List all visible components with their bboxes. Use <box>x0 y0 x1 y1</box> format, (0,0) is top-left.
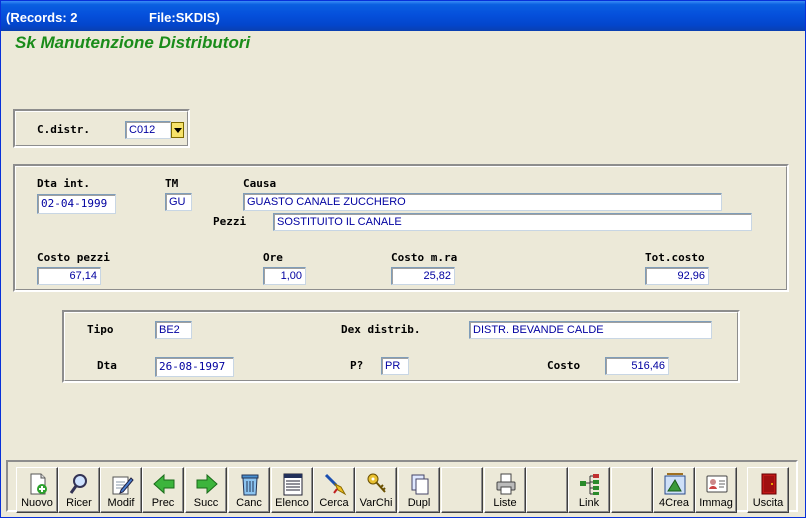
pezzi-label: Pezzi <box>213 215 247 228</box>
tot-costo-field[interactable]: 92,96 <box>645 267 709 285</box>
edit-icon <box>112 476 134 495</box>
dupl-button[interactable]: Dupl <box>398 467 440 513</box>
dta-int-field[interactable]: 02-04-1999 <box>37 194 116 214</box>
varchi-button[interactable]: VarChi <box>355 467 397 513</box>
ricer-button[interactable]: Ricer <box>58 467 100 513</box>
modif-button[interactable]: Modif <box>100 467 142 513</box>
p-field[interactable]: PR <box>381 357 409 375</box>
dta-label: Dta <box>97 359 117 372</box>
tipo-label: Tipo <box>87 323 114 336</box>
dta-field[interactable]: 26-08-1997 <box>155 357 234 377</box>
costo-label: Costo <box>547 359 581 372</box>
empty-button-1[interactable] <box>441 467 483 513</box>
app-window: (Records: 2 File:SKDIS) Sk Manutenzione … <box>0 0 806 518</box>
dta-int-label: Dta int. <box>37 177 90 190</box>
pezzi-field[interactable]: SOSTITUITO IL CANALE <box>273 213 752 231</box>
exit-door-icon <box>761 473 777 495</box>
costo-pezzi-field[interactable]: 67,14 <box>37 267 101 285</box>
tipo-field[interactable]: BE2 <box>155 321 192 339</box>
costo-mra-label: Costo m.ra <box>391 251 458 264</box>
cerca-button[interactable]: Cerca <box>313 467 355 513</box>
id-card-icon <box>706 475 728 493</box>
liste-button[interactable]: Liste <box>484 467 526 513</box>
empty-button-3[interactable] <box>611 467 653 513</box>
form-title: Sk Manutenzione Distributori <box>15 33 251 52</box>
uscita-button[interactable]: Uscita <box>747 467 789 513</box>
tm-label: TM <box>165 177 179 190</box>
arrow-left-icon <box>153 473 175 495</box>
link-button[interactable]: Link <box>568 467 610 513</box>
trash-icon <box>241 474 259 496</box>
costo-field[interactable]: 516,46 <box>605 357 669 375</box>
dex-distrib-field[interactable]: DISTR. BEVANDE CALDE <box>469 321 712 339</box>
wizard-icon <box>664 473 686 495</box>
ore-label: Ore <box>263 251 283 264</box>
printer-icon <box>496 473 516 495</box>
causa-label: Causa <box>243 177 277 190</box>
crea4-button[interactable]: 4Crea <box>653 467 695 513</box>
nuovo-button[interactable]: Nuovo <box>16 467 58 513</box>
causa-field[interactable]: GUASTO CANALE ZUCCHERO <box>243 193 722 211</box>
prec-button[interactable]: Prec <box>142 467 184 513</box>
records-count: (Records: 2 <box>6 10 78 25</box>
key-icon <box>367 473 386 493</box>
file-name: File:SKDIS) <box>149 10 220 25</box>
costo-mra-field[interactable]: 25,82 <box>391 267 455 285</box>
combo-dropdown-icon[interactable] <box>171 122 184 138</box>
costo-pezzi-label: Costo pezzi <box>37 251 110 264</box>
list-icon <box>283 473 303 496</box>
tm-field[interactable]: GU <box>165 193 192 211</box>
canc-button[interactable]: Canc <box>228 467 270 513</box>
brush-icon <box>324 473 347 496</box>
p-label: P? <box>350 359 364 372</box>
succ-button[interactable]: Succ <box>185 467 227 513</box>
distributor-code-label: C.distr. <box>37 123 90 136</box>
magnifier-icon <box>69 474 87 494</box>
distributor-code-combo[interactable]: C012 <box>125 121 171 139</box>
arrow-right-icon <box>196 473 218 495</box>
new-doc-icon <box>30 473 47 495</box>
tree-icon <box>580 474 599 495</box>
immag-button[interactable]: Immag <box>695 467 737 513</box>
elenco-button[interactable]: Elenco <box>271 467 313 513</box>
ore-field[interactable]: 1,00 <box>263 267 306 285</box>
copy-icon <box>411 474 429 495</box>
empty-button-2[interactable] <box>526 467 568 513</box>
tot-costo-label: Tot.costo <box>645 251 705 264</box>
dex-distrib-label: Dex distrib. <box>341 323 421 336</box>
title-bar[interactable]: (Records: 2 File:SKDIS) <box>1 1 805 31</box>
